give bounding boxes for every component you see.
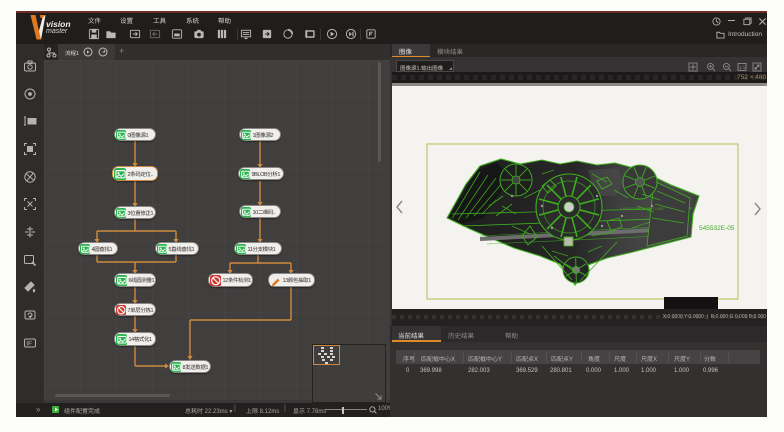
- svg-text:1:1: 1:1: [739, 65, 746, 70]
- svg-text:545532E-05: 545532E-05: [699, 225, 735, 232]
- svg-text:0.003 0.006 0.008 0.002: 0.003 0.006 0.008 0.002: [620, 206, 664, 211]
- svg-text:IF: IF: [26, 341, 32, 348]
